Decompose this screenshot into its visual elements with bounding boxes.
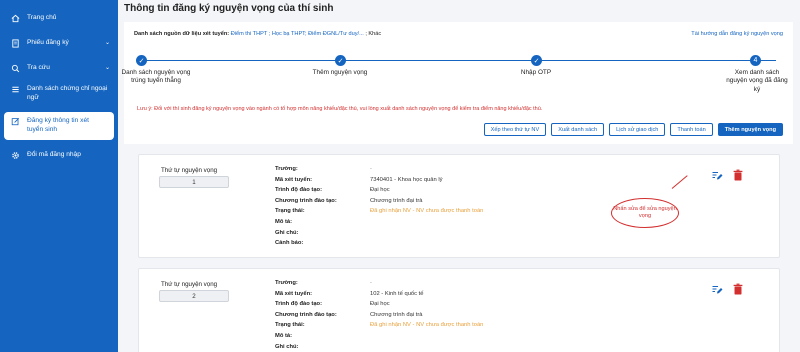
action-buttons: Xếp theo thứ tự NV Xuất danh sách Lịch s…	[483, 123, 783, 136]
sidebar-item-label: Trang chủ	[27, 14, 57, 21]
level-value: Đại học	[370, 301, 390, 308]
level-label: Trình độ đào tạo:	[275, 301, 323, 308]
step-3-label: Nhập OTP	[520, 69, 552, 76]
wish-card: Thứ tự nguyện vọng 1 Trường: · Mã xét tuy…	[138, 154, 780, 258]
sidebar-item-registration[interactable]: Phiếu đăng ký ⌄	[0, 34, 118, 53]
step-4-number: 4	[750, 55, 761, 66]
warning-label: Cảnh báo:	[275, 240, 304, 247]
step-1-check-icon: ✓	[136, 55, 147, 66]
wish-order-field[interactable]: 2	[159, 290, 229, 302]
school-value: ·	[370, 280, 372, 286]
chevron-down-icon: ⌄	[104, 40, 110, 46]
page-title: Thông tin đăng ký nguyện vọng của thí si…	[124, 3, 334, 14]
wish-order-label: Thứ tự nguyện vọng	[161, 281, 218, 288]
data-source-links[interactable]: Điểm thi THPT ; Học bạ THPT; Điểm ĐGNL/T…	[231, 31, 364, 37]
program-label: Chương trình đào tạo:	[275, 197, 337, 204]
step-2-check-icon: ✓	[335, 55, 346, 66]
delete-wish-button[interactable]	[731, 169, 745, 183]
trash-icon	[732, 169, 744, 183]
step-4-label: Xem danh sách nguyện vọng đã đăng ký	[726, 69, 788, 93]
wish-card: Thứ tự nguyện vọng 2 Trường: · Mã xét tuy…	[138, 268, 780, 352]
note-label: Ghi chú:	[275, 229, 299, 236]
level-label: Trình độ đào tạo:	[275, 187, 323, 194]
note-label: Ghi chú:	[275, 343, 299, 350]
program-value: Chương trình đại trà	[370, 311, 423, 318]
sidebar-item-label: Tra cứu	[27, 64, 50, 71]
edit-hint-callout: Nhấn sửa để sửa nguyện vọng	[611, 198, 679, 228]
sidebar-item-home[interactable]: Trang chủ	[0, 9, 118, 28]
document-icon	[11, 39, 20, 48]
code-label: Mã xét tuyển:	[275, 290, 313, 297]
sidebar-item-certificates[interactable]: Danh sách chứng chỉ ngoại ngữ	[0, 80, 118, 108]
sidebar-item-label: Phiếu đăng ký	[27, 39, 69, 46]
export-list-button[interactable]: Xuất danh sách	[551, 123, 605, 136]
code-value: 102 - Kinh tế quốc tế	[370, 290, 424, 297]
edit-icon	[711, 283, 723, 297]
program-value: Chương trình đại trà	[370, 197, 423, 204]
list-icon	[11, 85, 20, 94]
sidebar-item-register-wishes[interactable]: Đăng ký thông tin xét tuyển sinh	[4, 111, 114, 140]
status-value: Đã ghi nhận NV - NV chưa được thanh toán	[370, 322, 484, 329]
main-content: Thông tin đăng ký nguyện vọng của thí si…	[118, 0, 800, 352]
transaction-history-button[interactable]: Lịch sử giao dịch	[609, 123, 666, 136]
home-icon	[11, 14, 20, 23]
trash-icon	[732, 283, 744, 297]
description-label: Mô tả:	[275, 218, 293, 225]
step-1-label: Danh sách nguyện vọng trúng tuyển thẳng	[121, 69, 191, 85]
step-2-label: Thêm nguyện vọng	[312, 69, 368, 76]
gear-icon	[11, 151, 20, 160]
guide-link[interactable]: Tài hướng dẫn đăng ký nguyện vọng	[691, 31, 783, 37]
wish-order-label: Thứ tự nguyện vọng	[161, 167, 218, 174]
program-label: Chương trình đào tạo:	[275, 311, 337, 318]
edit-icon	[11, 117, 20, 126]
important-note: Lưu ý: Đối với thí sinh đăng ký nguyện v…	[137, 106, 543, 112]
sidebar: Trang chủ Phiếu đăng ký ⌄ Tra cứu ⌄ Danh…	[0, 0, 118, 352]
school-label: Trường:	[275, 166, 298, 172]
payment-button[interactable]: Thanh toán	[670, 123, 713, 136]
chevron-down-icon: ⌄	[104, 65, 110, 71]
edit-icon	[711, 169, 723, 183]
level-value: Đại học	[370, 187, 390, 194]
status-value: Đã ghi nhận NV - NV chưa được thanh toán	[370, 208, 484, 215]
sidebar-item-label: Đổi mã đăng nhập	[27, 150, 81, 158]
data-source-label: Danh sách nguồn dữ liệu xét tuyển:	[134, 31, 230, 37]
wish-order-field[interactable]: 1	[159, 176, 229, 188]
edit-wish-button[interactable]	[710, 283, 724, 297]
sidebar-item-label: Danh sách chứng chỉ ngoại ngữ	[27, 85, 108, 101]
sort-wishes-button[interactable]: Xếp theo thứ tự NV	[483, 123, 547, 136]
step-3-check-icon: ✓	[531, 55, 542, 66]
delete-wish-button[interactable]	[731, 283, 745, 297]
registration-summary-card: Danh sách nguồn dữ liệu xét tuyển: Điểm …	[121, 22, 793, 144]
add-wish-button[interactable]: Thêm nguyện vọng	[717, 123, 783, 136]
school-label: Trường:	[275, 280, 298, 286]
wish-details: Trường: · Mã xét tuyển: 102 - Kinh tế quốc…	[275, 278, 483, 352]
sidebar-item-lookup[interactable]: Tra cứu ⌄	[0, 59, 118, 78]
school-value: ·	[370, 166, 372, 172]
code-label: Mã xét tuyển:	[275, 176, 313, 183]
description-label: Mô tả:	[275, 332, 293, 339]
sidebar-item-label: Đăng ký thông tin xét tuyển sinh	[27, 116, 89, 133]
edit-wish-button[interactable]	[710, 169, 724, 183]
data-source-other: ; Khác	[365, 31, 382, 37]
status-label: Trạng thái:	[275, 322, 305, 329]
code-value: 7340401 - Khoa học quản lý	[370, 176, 443, 183]
progress-stepper: ✓ ✓ ✓ 4 Danh sách nguyện vọng trúng tuyể…	[121, 55, 793, 110]
stepper-line	[141, 60, 776, 61]
search-icon	[11, 64, 20, 73]
wish-details: Trường: · Mã xét tuyển: 7340401 - Khoa học…	[275, 164, 483, 249]
status-label: Trạng thái:	[275, 208, 305, 215]
data-source-line: Danh sách nguồn dữ liệu xét tuyển: Điểm …	[134, 31, 381, 37]
sidebar-item-change-password[interactable]: Đổi mã đăng nhập	[0, 146, 118, 165]
